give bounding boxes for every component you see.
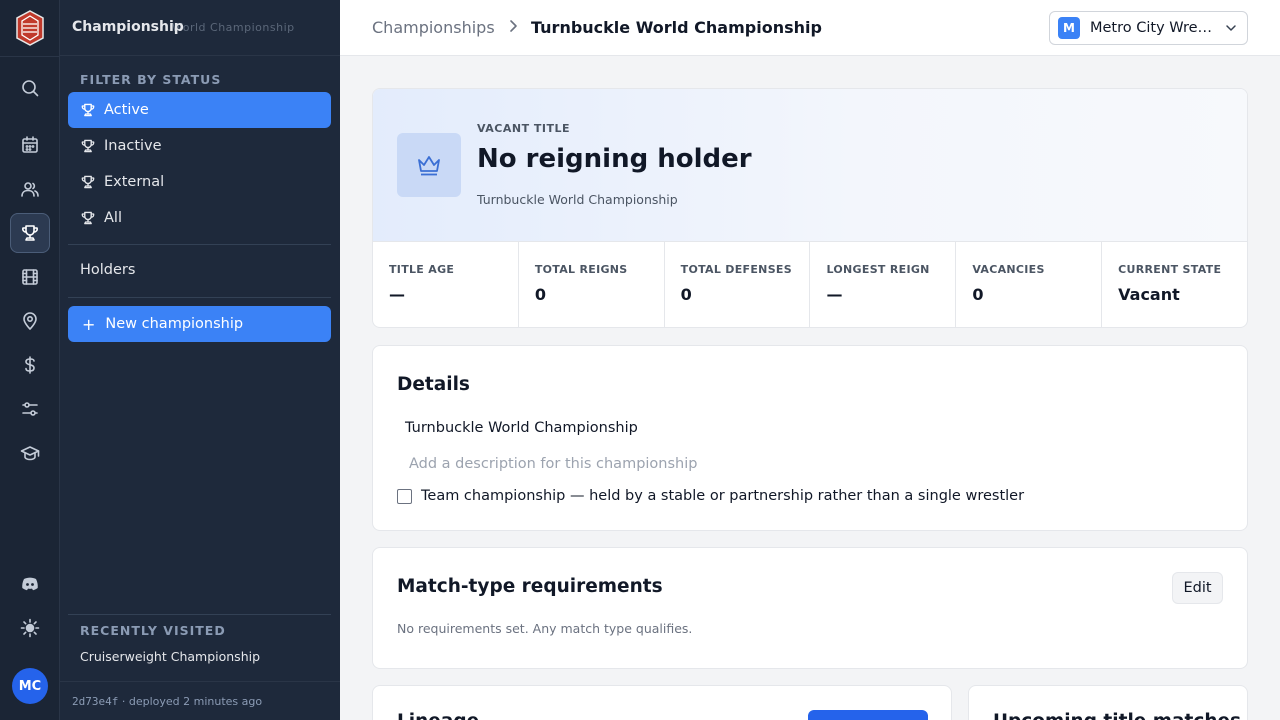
hero-subtitle: Turnbuckle World Championship xyxy=(477,192,678,207)
sliders-icon[interactable] xyxy=(10,389,50,429)
stat-total-reigns: TOTAL REIGNS 0 xyxy=(519,242,665,327)
filter-by-status-label: FILTER BY STATUS xyxy=(80,72,222,87)
stat-value: — xyxy=(826,285,843,304)
sidebar-item-all[interactable]: All xyxy=(68,200,331,236)
trophy-icon xyxy=(81,175,95,189)
recently-visited-label: RECENTLY VISITED xyxy=(80,623,226,638)
new-championship-button[interactable]: + New championship xyxy=(68,306,331,342)
users-icon[interactable] xyxy=(10,169,50,209)
stat-value: 0 xyxy=(680,285,692,304)
requirements-title: Match-type requirements xyxy=(397,576,663,597)
stat-value: 0 xyxy=(534,285,546,304)
team-championship-checkbox[interactable] xyxy=(397,488,412,504)
sidebar: World Championship Championship FILTER B… xyxy=(60,0,340,720)
plus-icon: + xyxy=(82,314,96,334)
match-type-requirements-card: Match-type requirements Edit No requirem… xyxy=(372,547,1248,669)
deploy-status: · deployed 2 minutes ago xyxy=(118,695,263,708)
stat-value: 0 xyxy=(972,285,984,304)
hero-kicker: VACANT TITLE xyxy=(477,122,571,135)
upcoming-title-matches-card: Upcoming title matches xyxy=(968,685,1248,720)
trophy-icon xyxy=(81,103,95,117)
stat-vacancies: VACANCIES 0 xyxy=(956,242,1103,327)
app-logo-icon[interactable] xyxy=(14,10,46,46)
sidebar-item-holders[interactable]: Holders xyxy=(80,262,135,278)
trophy-icon[interactable] xyxy=(10,213,50,253)
dollar-icon[interactable] xyxy=(10,345,50,385)
stat-label: LONGEST REIGN xyxy=(826,263,930,276)
team-championship-label: Team championship — held by a stable or … xyxy=(421,488,1025,504)
hero-banner: VACANT TITLE No reigning holder Turnbuck… xyxy=(373,89,1247,242)
org-switcher[interactable]: M Metro City Wrestling xyxy=(1049,11,1248,45)
sidebar-title-ghost: World Championship xyxy=(172,21,295,34)
avatar[interactable]: MC xyxy=(12,668,48,704)
sidebar-header: World Championship Championship xyxy=(60,0,340,56)
breadcrumb-root[interactable]: Championships xyxy=(372,18,495,37)
stat-current-state: CURRENT STATE Vacant xyxy=(1102,242,1247,327)
details-title: Details xyxy=(397,374,470,395)
discord-icon[interactable] xyxy=(10,564,50,604)
team-championship-row[interactable]: Team championship — held by a stable or … xyxy=(397,488,1024,504)
stat-label: VACANCIES xyxy=(972,263,1045,276)
stats-row: TITLE AGE — TOTAL REIGNS 0 TOTAL DEFENSE… xyxy=(373,242,1247,327)
chevron-down-icon xyxy=(1226,25,1236,31)
title-summary-card: VACANT TITLE No reigning holder Turnbuck… xyxy=(372,88,1248,328)
film-icon[interactable] xyxy=(10,257,50,297)
deploy-footer: 2d73e4f · deployed 2 minutes ago xyxy=(60,681,340,720)
lineage-action-button[interactable] xyxy=(808,710,928,720)
sidebar-item-label: External xyxy=(104,174,165,190)
stat-total-defenses: TOTAL DEFENSES 0 xyxy=(665,242,811,327)
breadcrumb-current: Turnbuckle World Championship xyxy=(531,18,822,37)
requirements-note: No requirements set. Any match type qual… xyxy=(397,621,693,636)
sidebar-item-inactive[interactable]: Inactive xyxy=(68,128,331,164)
sun-icon[interactable] xyxy=(10,608,50,648)
stat-value: Vacant xyxy=(1118,285,1180,304)
stat-value: — xyxy=(389,285,405,304)
sidebar-item-label: Inactive xyxy=(104,138,162,154)
sidebar-item-label: Active xyxy=(104,102,149,118)
stat-longest-reign: LONGEST REIGN — xyxy=(810,242,957,327)
new-championship-label: New championship xyxy=(105,316,244,332)
icon-rail: MC xyxy=(0,0,60,720)
recent-item[interactable]: Cruiserweight Championship xyxy=(80,649,260,664)
sidebar-item-active[interactable]: Active xyxy=(68,92,331,128)
stat-label: TOTAL REIGNS xyxy=(534,263,628,276)
org-name: Metro City Wrestling xyxy=(1090,20,1218,36)
sidebar-title: Championship xyxy=(72,19,184,35)
topbar: Championships Turnbuckle World Champions… xyxy=(340,0,1280,56)
map-pin-icon[interactable] xyxy=(10,301,50,341)
sidebar-item-label: All xyxy=(104,210,122,226)
stat-label: TITLE AGE xyxy=(389,263,455,276)
lineage-card: Lineage xyxy=(372,685,952,720)
stat-label: CURRENT STATE xyxy=(1118,263,1222,276)
org-badge: M xyxy=(1058,17,1080,39)
graduation-cap-icon[interactable] xyxy=(10,433,50,473)
trophy-icon xyxy=(81,139,95,153)
stat-title-age: TITLE AGE — xyxy=(373,242,519,327)
lineage-title: Lineage xyxy=(397,711,479,720)
details-card: Details Turnbuckle World Championship Ad… xyxy=(372,345,1248,531)
commit-hash: 2d73e4f xyxy=(72,695,119,708)
championship-name-field[interactable]: Turnbuckle World Championship xyxy=(405,420,638,436)
stat-label: TOTAL DEFENSES xyxy=(680,263,792,276)
trophy-icon xyxy=(81,211,95,225)
crown-icon xyxy=(397,133,461,197)
upcoming-title: Upcoming title matches xyxy=(993,711,1241,720)
search-icon[interactable] xyxy=(10,68,50,108)
calendar-icon[interactable] xyxy=(10,125,50,165)
edit-button[interactable]: Edit xyxy=(1172,572,1223,604)
hero-title: No reigning holder xyxy=(477,144,752,174)
description-field[interactable]: Add a description for this championship xyxy=(409,456,697,472)
sidebar-item-external[interactable]: External xyxy=(68,164,331,200)
chevron-right-icon xyxy=(510,20,517,32)
